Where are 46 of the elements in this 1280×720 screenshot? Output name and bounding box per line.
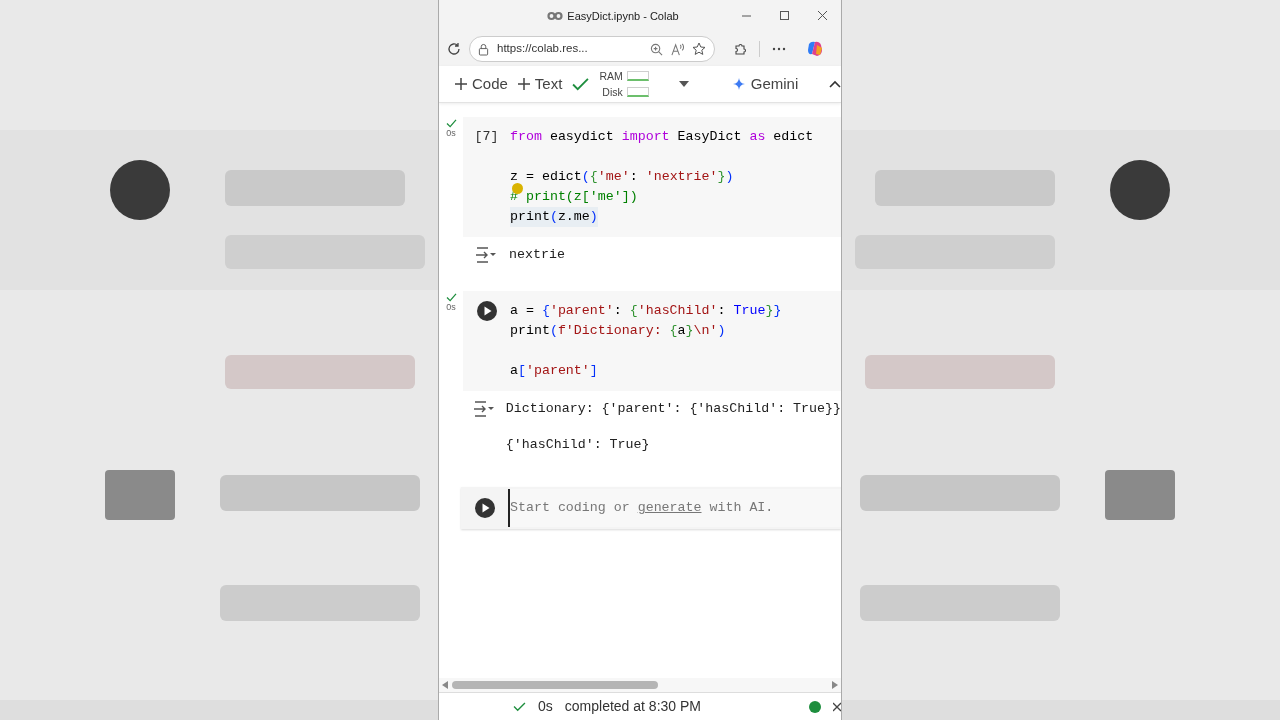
logo-icon [547,11,564,21]
extensions-icon[interactable] [733,42,747,56]
lock-icon [478,42,489,56]
more-icon[interactable] [772,47,786,51]
maximize-icon [778,11,790,21]
code-line: a['parent'] [510,362,598,380]
duration-label: 0s [446,128,456,138]
code-line: z = edict({'me': 'nextrie'}) [510,168,734,186]
output-toggle-icon[interactable] [475,247,497,263]
scroll-right-icon[interactable] [832,681,838,689]
resources-button[interactable]: RAM Disk [599,68,649,100]
run-button[interactable] [474,498,495,518]
close-icon[interactable] [833,701,841,712]
checkmark-icon [513,701,526,712]
sparkle-icon [732,77,745,90]
output-text: nextrie [509,246,565,264]
gemini-button[interactable]: Gemini [732,72,799,96]
zoom-icon[interactable] [650,42,663,56]
plus-icon [517,77,530,90]
reload-button[interactable] [445,40,463,58]
code-input-field[interactable]: Start coding or generate with AI. [508,489,841,527]
output-text: {'hasChild': True} [505,436,650,454]
scroll-left-icon[interactable] [442,681,448,689]
output-text: Dictionary: {'parent': {'hasChild': True}} [505,400,841,418]
status-text: completed at 8:30 PM [564,697,701,716]
duration-label: 0s [446,302,456,312]
address-field[interactable]: https://colab.res... [469,36,715,62]
code-line: # print(z['me']) [510,187,638,207]
collapse-icon[interactable] [829,80,841,88]
output-toggle-icon[interactable] [473,401,496,417]
code-line: from easydict import EasyDict as edict [510,128,814,146]
execution-count: [7] [474,128,499,146]
star-icon[interactable] [692,42,706,56]
add-cell-button[interactable]: Code [455,72,508,96]
close-icon [816,11,828,21]
code-line: a = {'parent': {'hasChild': True}} [510,302,782,320]
run-button[interactable] [476,301,497,321]
scrollbar-thumb[interactable] [452,681,658,689]
window-title: EasyDict.ipynb - Colab [567,8,679,24]
add-cell-button[interactable]: Text [517,72,563,96]
copilot-icon[interactable] [806,40,824,58]
code-line: print(f'Dictionary: {a}\n') [510,322,726,340]
plus-icon [455,77,467,90]
read-aloud-icon[interactable] [671,42,684,56]
caret-icon[interactable] [678,81,689,87]
duration-label: 0s [538,697,553,716]
